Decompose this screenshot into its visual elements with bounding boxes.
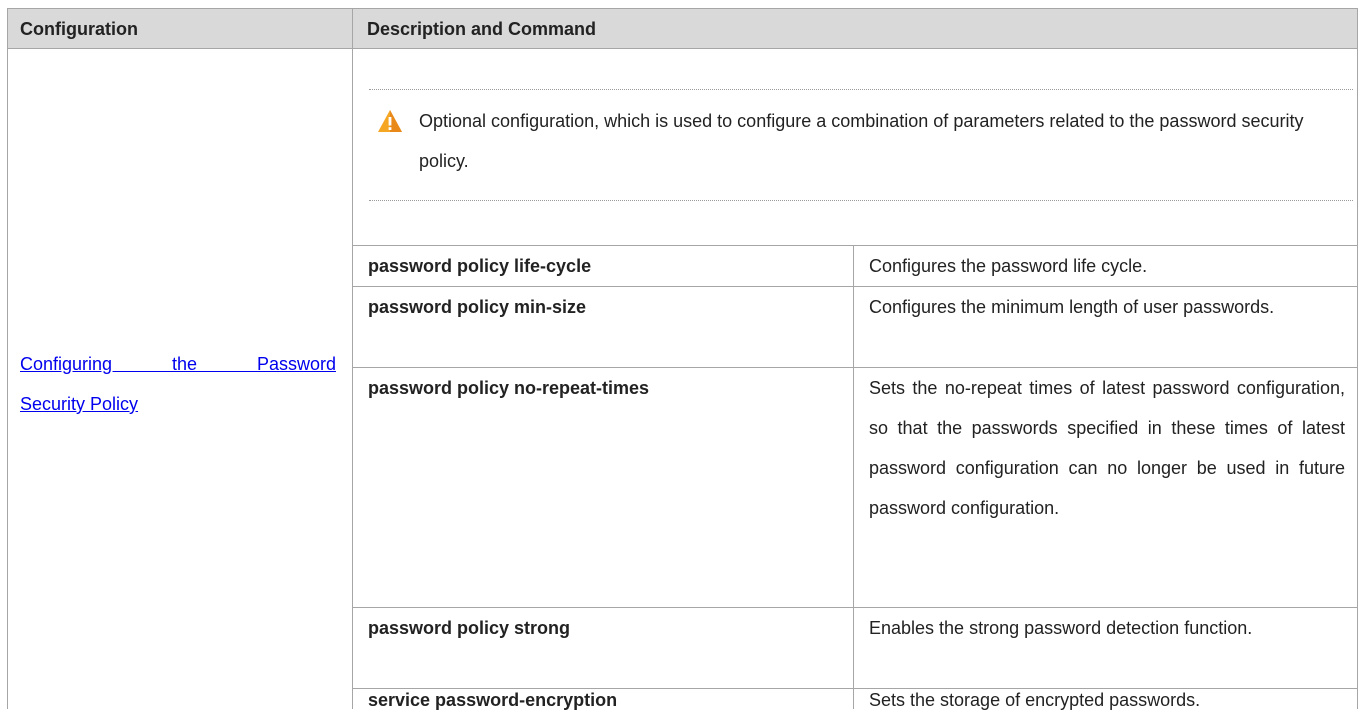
link-line-2[interactable]: Security Policy — [20, 394, 138, 414]
table-border-right — [1357, 49, 1358, 709]
header-configuration: Configuration — [7, 8, 352, 49]
command-min-size: password policy min-size — [368, 297, 587, 317]
column-divider — [352, 49, 353, 709]
configuring-password-security-policy-link[interactable]: Configuring the Password Security Policy — [20, 344, 336, 424]
link-line-1[interactable]: Configuring the Password — [20, 344, 336, 384]
command-password-encryption: service password-encryption — [368, 690, 618, 710]
note-text: Optional configuration, which is used to… — [419, 111, 1304, 171]
description-no-repeat-times: Sets the no-repeat times of latest passw… — [869, 378, 1345, 518]
command-no-repeat-times: password policy no-repeat-times — [368, 378, 650, 398]
header-description: Description and Command — [352, 8, 1358, 49]
description-life-cycle: Configures the password life cycle. — [869, 256, 1148, 276]
table-border-left — [7, 49, 8, 709]
description-min-size: Configures the minimum length of user pa… — [869, 297, 1275, 317]
description-strong: Enables the strong password detection fu… — [869, 618, 1253, 638]
warning-icon — [378, 110, 402, 132]
note-bottom-rule — [369, 200, 1353, 201]
sub-column-divider — [853, 245, 854, 709]
description-password-encryption: Sets the storage of encrypted passwords. — [869, 690, 1201, 710]
command-strong: password policy strong — [368, 618, 571, 638]
command-life-cycle: password policy life-cycle — [368, 256, 592, 276]
note-top-rule — [369, 89, 1353, 90]
config-table: Configuration Description and Command Co… — [0, 0, 1366, 710]
